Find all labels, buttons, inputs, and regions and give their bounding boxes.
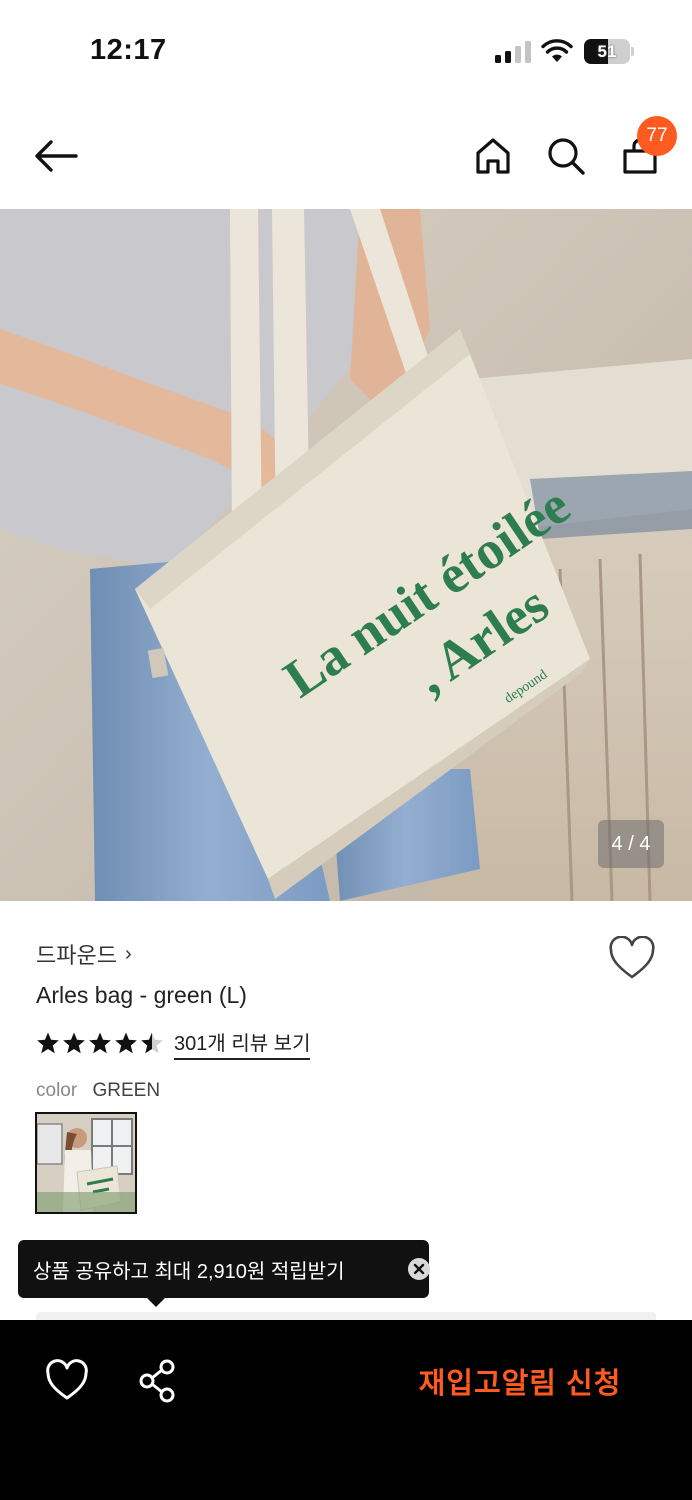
brand-name: 드파운드	[36, 943, 117, 968]
top-nav-bar	[0, 110, 692, 206]
tooltip-text: 상품 공유하고 최대 2,910원 적립받기	[33, 1260, 345, 1283]
restock-alert-button[interactable]: 재입고알림 신청	[380, 1356, 660, 1406]
search-button[interactable]	[540, 130, 592, 182]
rating-row: 301개 리뷰 보기	[36, 1027, 311, 1060]
wifi-icon	[541, 39, 573, 62]
star-rating	[36, 1031, 164, 1055]
tooltip-close-button[interactable]	[408, 1258, 430, 1280]
search-icon	[548, 138, 585, 175]
image-counter: 4 / 4	[598, 820, 664, 868]
option-label: color	[36, 1080, 78, 1101]
cart-count-badge: 77	[637, 116, 677, 156]
star-icon	[89, 1032, 111, 1054]
product-image-gallery[interactable]: La nuit étoilée , Arles depound	[0, 209, 692, 901]
review-link[interactable]: 301개 리뷰 보기	[174, 1027, 311, 1060]
tooltip-arrow	[146, 1297, 166, 1307]
share-icon[interactable]	[135, 1358, 181, 1404]
product-photo: La nuit étoilée , Arles depound	[0, 209, 692, 901]
color-option: color GREEN	[36, 1080, 160, 1102]
back-button[interactable]	[30, 130, 82, 182]
option-value: GREEN	[92, 1080, 161, 1101]
like-heart-icon[interactable]	[44, 1358, 90, 1404]
wishlist-heart-icon[interactable]	[608, 936, 656, 980]
swatch-image	[37, 1114, 135, 1212]
chevron-right-icon: ›	[124, 942, 132, 965]
back-arrow-icon	[35, 140, 78, 172]
home-icon	[476, 138, 510, 174]
star-icon	[115, 1032, 137, 1054]
share-reward-tooltip: 상품 공유하고 최대 2,910원 적립받기	[18, 1240, 430, 1298]
cellular-signal-icon	[495, 41, 531, 63]
status-bar: 12:17 51	[0, 0, 692, 100]
battery-level: 51	[597, 41, 617, 61]
close-icon	[413, 1263, 425, 1275]
brand-link[interactable]: 드파운드 ›	[36, 938, 132, 970]
star-icon	[63, 1032, 85, 1054]
content-peek	[36, 1312, 656, 1320]
status-time: 12:17	[90, 34, 167, 66]
bottom-action-bar: 재입고알림 신청	[0, 1320, 692, 1500]
star-icon	[141, 1032, 163, 1054]
color-swatch-thumbnail[interactable]	[35, 1112, 137, 1214]
star-icon	[37, 1032, 59, 1054]
battery-icon: 51	[584, 39, 634, 64]
home-button[interactable]	[467, 130, 519, 182]
product-name: Arles bag - green (L)	[36, 982, 247, 1008]
